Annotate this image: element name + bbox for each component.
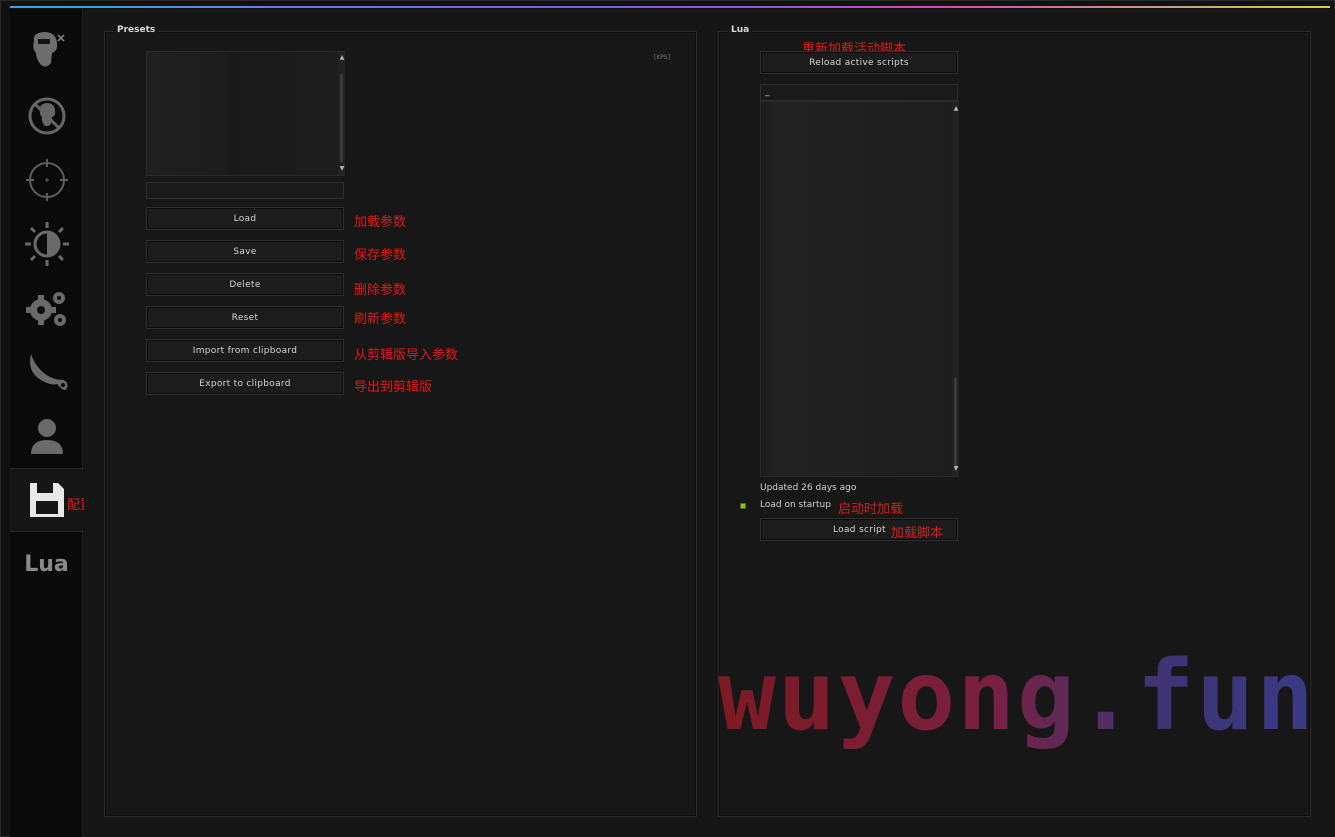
anti-aim-tab[interactable] [10, 85, 83, 147]
legit-tab[interactable] [10, 149, 83, 211]
load-on-startup-checkbox[interactable] [740, 503, 746, 509]
export-clipboard-button[interactable]: Export to clipboard [146, 372, 344, 395]
crosshair-icon [24, 157, 70, 203]
import-annotation: 从剪辑版导入参数 [354, 348, 459, 363]
scroll-down-icon[interactable]: ▼ [952, 465, 960, 472]
person-icon [25, 414, 69, 458]
scripts-list-scroll-thumb[interactable] [954, 378, 957, 470]
load-script-annotation: 加载脚本 [891, 526, 944, 541]
sidebar: Lua [10, 9, 84, 837]
scripts-list-scrollbar[interactable]: ▲ ▼ [952, 102, 959, 476]
watermark-text: wuyong.fun [718, 640, 1316, 752]
delete-button[interactable]: Delete [146, 273, 344, 296]
import-clipboard-button[interactable]: Import from clipboard [146, 339, 344, 362]
script-search-input[interactable]: _ [760, 84, 958, 101]
reload-scripts-button[interactable]: Reload active scripts [760, 51, 958, 74]
scroll-down-icon[interactable]: ▼ [338, 165, 346, 172]
karambit-icon [23, 348, 71, 396]
watermark: wuyong.fun [718, 640, 1316, 752]
skins-tab[interactable] [10, 341, 83, 403]
scroll-up-icon[interactable]: ▲ [338, 54, 346, 61]
preset-name-input[interactable] [146, 182, 344, 199]
lua-title: Lua [728, 25, 753, 35]
head-crosshair-icon [24, 29, 70, 75]
gears-icon [23, 284, 71, 332]
scroll-up-icon[interactable]: ▲ [952, 105, 960, 112]
presets-list-scroll-thumb[interactable] [340, 74, 343, 162]
presets-list-scrollbar[interactable]: ▲ ▼ [338, 52, 345, 175]
load-annotation: 加载参数 [354, 215, 407, 230]
rage-tab[interactable] [10, 21, 83, 83]
updated-text: Updated 26 days ago [760, 483, 857, 493]
scripts-list[interactable]: ▲ ▼ [760, 101, 959, 477]
save-annotation: 保存参数 [354, 248, 407, 263]
lua-tab-label: Lua [24, 551, 69, 577]
reset-button[interactable]: Reset [146, 306, 344, 329]
load-script-label: Load script [833, 524, 886, 535]
load-button[interactable]: Load [146, 207, 344, 230]
lua-tab[interactable]: Lua [10, 533, 83, 595]
brightness-icon [23, 220, 71, 268]
export-annotation: 导出到剪辑版 [354, 380, 433, 395]
save-button[interactable]: Save [146, 240, 344, 263]
presets-list[interactable]: ▲ ▼ [146, 51, 345, 176]
load-on-startup-annotation: 启动时加载 [838, 502, 904, 517]
visuals-tab[interactable] [10, 213, 83, 275]
floppy-disk-icon [27, 480, 67, 520]
load-on-startup-label[interactable]: Load on startup [760, 500, 831, 510]
presets-title: Presets [114, 25, 159, 35]
no-head-icon [24, 93, 70, 139]
kps-tag: [KPS] [654, 54, 671, 61]
reset-annotation: 刷新参数 [354, 312, 407, 327]
accent-gradient-bar [10, 6, 1330, 8]
misc-tab[interactable] [10, 277, 83, 339]
players-tab[interactable] [10, 405, 83, 467]
delete-annotation: 删除参数 [354, 283, 407, 298]
